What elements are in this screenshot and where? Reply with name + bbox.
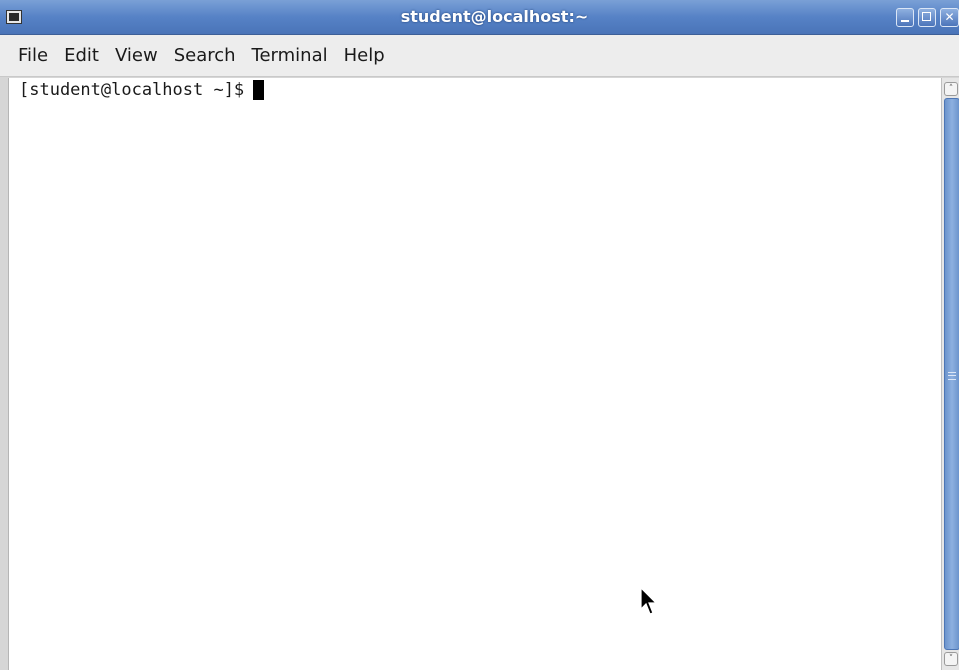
text-cursor (253, 80, 265, 100)
close-icon: ✕ (944, 10, 955, 24)
scroll-down-button[interactable]: ˅ (944, 652, 958, 666)
chevron-up-icon: ˄ (948, 84, 954, 94)
menu-terminal[interactable]: Terminal (244, 41, 336, 71)
menu-search[interactable]: Search (166, 41, 244, 71)
close-button[interactable]: ✕ (940, 8, 959, 27)
mouse-pointer-icon (640, 587, 658, 615)
scroll-thumb[interactable] (944, 98, 959, 650)
prompt-line: [student@localhost ~]$ (19, 78, 265, 102)
menu-help[interactable]: Help (336, 41, 393, 71)
title-bar[interactable]: student@localhost:~ ✕ (0, 0, 959, 35)
terminal-output[interactable]: [student@localhost ~]$ (8, 78, 941, 670)
menu-edit[interactable]: Edit (56, 41, 107, 71)
shell-prompt: [student@localhost ~]$ (19, 80, 245, 100)
window-title: student@localhost:~ (400, 7, 589, 26)
chevron-down-icon: ˅ (948, 654, 954, 664)
vertical-scrollbar[interactable]: ˄ ˅ (941, 78, 959, 670)
terminal-window: student@localhost:~ ✕ File Edit View Sea… (0, 0, 959, 670)
grip-icon (948, 372, 956, 380)
maximize-button[interactable] (918, 8, 936, 27)
minimize-button[interactable] (896, 8, 914, 27)
menu-bar: File Edit View Search Terminal Help (0, 35, 959, 77)
menu-file[interactable]: File (10, 41, 56, 71)
window-controls: ✕ (896, 8, 959, 28)
menu-view[interactable]: View (107, 41, 166, 71)
scroll-up-button[interactable]: ˄ (944, 82, 958, 96)
